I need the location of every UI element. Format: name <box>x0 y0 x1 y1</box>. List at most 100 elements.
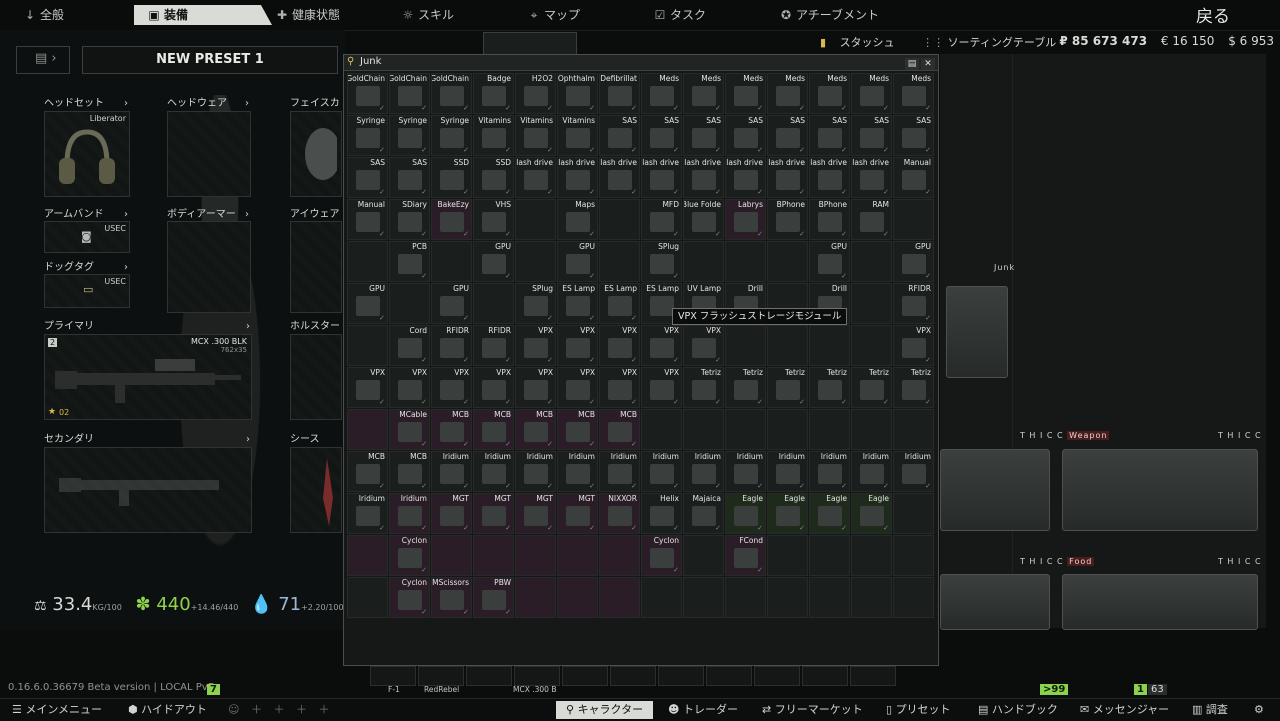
junk-item[interactable]: Eagle ✓ <box>809 493 850 534</box>
junk-item[interactable]: Iridium ✓ <box>599 451 640 492</box>
junk-item[interactable] <box>515 535 556 576</box>
junk-item[interactable]: Meds ✓ <box>725 73 766 114</box>
junk-item[interactable]: GPU ✓ <box>347 283 388 324</box>
junk-item[interactable] <box>347 241 388 282</box>
junk-item[interactable]: Meds ✓ <box>809 73 850 114</box>
junk-item[interactable]: GoldChain ✓ <box>347 73 388 114</box>
junk-item[interactable] <box>347 325 388 366</box>
quick-slot[interactable] <box>562 666 608 686</box>
junk-item[interactable] <box>473 283 514 324</box>
junk-item[interactable]: MCB ✓ <box>431 409 472 450</box>
junk-item[interactable]: MCB ✓ <box>347 451 388 492</box>
junk-item[interactable]: H2O2 ✓ <box>515 73 556 114</box>
quick-slot[interactable] <box>418 666 464 686</box>
stash-top-items[interactable] <box>483 32 577 56</box>
junk-item[interactable]: Vitamins ✓ <box>557 115 598 156</box>
junk-item[interactable]: MCB ✓ <box>557 409 598 450</box>
junk-item[interactable] <box>851 577 892 618</box>
junk-item[interactable]: GPU ✓ <box>473 241 514 282</box>
junk-item[interactable]: Flash drive ✓ <box>641 157 682 198</box>
junk-item[interactable]: Tetriz ✓ <box>767 367 808 408</box>
junk-item[interactable]: VPX ✓ <box>599 367 640 408</box>
junk-item[interactable]: Iridium ✓ <box>767 451 808 492</box>
junk-item[interactable]: ES Lamp ✓ <box>599 283 640 324</box>
quick-slot[interactable] <box>610 666 656 686</box>
survey-button[interactable]: ▥ 調査 <box>1192 701 1228 719</box>
junk-item[interactable]: Cyclon ✓ <box>389 535 430 576</box>
quick-slot[interactable] <box>658 666 704 686</box>
junk-item[interactable]: MGT ✓ <box>473 493 514 534</box>
thicc-weapon-case[interactable] <box>940 449 1050 531</box>
junk-item[interactable]: VPX ✓ <box>641 367 682 408</box>
junk-item[interactable]: Iridium ✓ <box>809 451 850 492</box>
junk-item[interactable]: Helix ✓ <box>641 493 682 534</box>
headset-slot[interactable]: Liberator <box>44 111 130 197</box>
junk-item[interactable]: SAS ✓ <box>851 115 892 156</box>
junk-item[interactable]: VPX ✓ <box>347 367 388 408</box>
junk-item[interactable]: Tetriz ✓ <box>893 367 934 408</box>
junk-item[interactable] <box>641 409 682 450</box>
junk-item[interactable]: BPhone ✓ <box>767 199 808 240</box>
junk-item[interactable]: Labrys ✓ <box>725 199 766 240</box>
junk-item[interactable]: PBW ✓ <box>473 577 514 618</box>
character-button[interactable]: ⚲ キャラクター <box>556 701 654 719</box>
junk-item[interactable]: Defibrillat ✓ <box>599 73 640 114</box>
junk-item[interactable]: SAS ✓ <box>767 115 808 156</box>
junk-item[interactable]: Maps ✓ <box>557 199 598 240</box>
junk-item[interactable] <box>851 535 892 576</box>
junk-item[interactable]: VHS ✓ <box>473 199 514 240</box>
junk-item[interactable]: MGT ✓ <box>557 493 598 534</box>
junk-item[interactable]: Meds ✓ <box>767 73 808 114</box>
junk-item[interactable] <box>683 409 724 450</box>
junk-item[interactable] <box>683 241 724 282</box>
tab-equipment[interactable]: ▣ 装備 <box>134 5 272 25</box>
junk-item[interactable] <box>851 241 892 282</box>
junk-item[interactable]: SPlug ✓ <box>641 241 682 282</box>
junk-item[interactable] <box>851 283 892 324</box>
junk-item[interactable]: Syringe ✓ <box>347 115 388 156</box>
junk-item[interactable]: Cyclon ✓ <box>389 577 430 618</box>
junk-item[interactable]: MFD ✓ <box>641 199 682 240</box>
headwear-slot[interactable] <box>167 111 251 197</box>
junk-item[interactable]: SAS ✓ <box>641 115 682 156</box>
thicc-weapon-case-2[interactable] <box>1062 449 1258 531</box>
secondary-weapon-slot[interactable] <box>44 447 252 533</box>
junk-item[interactable] <box>767 241 808 282</box>
junk-box-window[interactable]: ⚲ Junk ▤ ✕ GoldChain ✓ GoldChain ✓ GoldChain ✓… <box>343 54 939 666</box>
tab-sorting-table[interactable]: ソーティングテーブル <box>948 36 1057 49</box>
junk-item[interactable] <box>347 409 388 450</box>
main-menu-button[interactable]: ☰ メインメニュー <box>12 701 102 719</box>
junk-item[interactable]: SAS ✓ <box>389 157 430 198</box>
junk-item[interactable]: SAS ✓ <box>893 115 934 156</box>
armor-slot[interactable] <box>167 221 251 313</box>
junk-item[interactable]: SAS ✓ <box>599 115 640 156</box>
junk-item[interactable] <box>389 283 430 324</box>
junk-item[interactable] <box>515 577 556 618</box>
junk-item[interactable] <box>893 535 934 576</box>
junk-box[interactable] <box>946 286 1008 378</box>
junk-item[interactable] <box>725 409 766 450</box>
junk-item[interactable] <box>851 325 892 366</box>
junk-item[interactable]: Iridium ✓ <box>515 451 556 492</box>
junk-item[interactable]: Flash drive ✓ <box>599 157 640 198</box>
junk-item[interactable] <box>767 409 808 450</box>
junk-item[interactable] <box>767 535 808 576</box>
social-buttons[interactable]: ☺ ＋ ＋ ＋ ＋ <box>228 701 333 719</box>
junk-item[interactable] <box>893 199 934 240</box>
junk-item[interactable] <box>347 535 388 576</box>
dogtag-slot[interactable]: USEC ▭ <box>44 274 130 308</box>
junk-item[interactable]: Flash drive ✓ <box>809 157 850 198</box>
junk-item[interactable] <box>641 577 682 618</box>
quick-slot[interactable] <box>514 666 560 686</box>
junk-item[interactable]: RFIDR ✓ <box>431 325 472 366</box>
junk-item[interactable]: VPX ✓ <box>473 367 514 408</box>
junk-item[interactable]: Iridium ✓ <box>641 451 682 492</box>
junk-item[interactable]: SAS ✓ <box>725 115 766 156</box>
junk-item[interactable]: VPX ✓ <box>599 325 640 366</box>
junk-item[interactable]: Flash drive ✓ <box>557 157 598 198</box>
junk-item[interactable] <box>725 241 766 282</box>
junk-item[interactable]: Tetriz ✓ <box>683 367 724 408</box>
junk-item[interactable]: Iridium ✓ <box>473 451 514 492</box>
junk-item[interactable]: Iridium ✓ <box>431 451 472 492</box>
junk-item[interactable] <box>599 535 640 576</box>
